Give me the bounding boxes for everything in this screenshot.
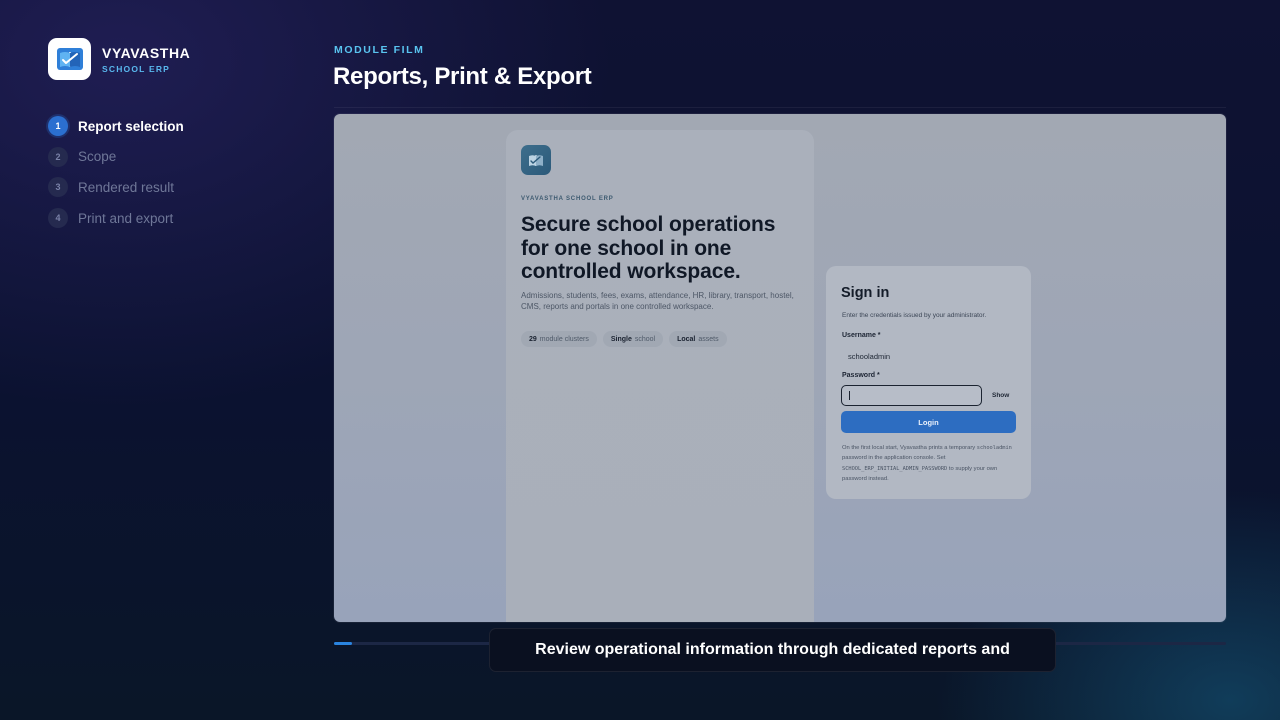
page-title: Reports, Print & Export xyxy=(333,63,592,90)
module-eyebrow: MODULE FILM xyxy=(334,44,425,56)
chip-text: module clusters xyxy=(539,335,589,343)
step-number: 1 xyxy=(48,116,68,136)
note-text: password in the application console. Set xyxy=(842,455,946,462)
stat-chip: Single school xyxy=(602,331,664,347)
chip-text: school xyxy=(634,335,656,343)
stat-chip: 29 module clusters xyxy=(521,331,597,347)
hero-panel: VYAVASTHA SCHOOL ERP Secure school opera… xyxy=(506,130,814,622)
note-code: schooladmin xyxy=(976,445,1012,451)
chip-value: Local xyxy=(677,335,696,343)
step-print-and-export[interactable]: 4 Print and export xyxy=(48,208,184,229)
username-label: Username * xyxy=(842,332,881,339)
step-number: 3 xyxy=(48,177,68,198)
open-book-icon xyxy=(48,38,91,80)
step-rendered-result[interactable]: 3 Rendered result xyxy=(48,177,184,198)
chip-value: 29 xyxy=(529,335,537,343)
open-book-icon xyxy=(521,145,551,175)
hero-eyebrow: VYAVASTHA SCHOOL ERP xyxy=(521,196,614,202)
step-label: Print and export xyxy=(78,210,174,226)
step-label: Scope xyxy=(78,149,117,165)
step-scope[interactable]: 2 Scope xyxy=(48,146,184,167)
step-number: 4 xyxy=(48,208,68,229)
brand: VYAVASTHA SCHOOL ERP xyxy=(48,38,190,80)
subtitle-caption: Review operational information through d… xyxy=(489,628,1056,672)
hero-description: Admissions, students, fees, exams, atten… xyxy=(521,291,794,311)
stat-chip: Local assets xyxy=(669,331,727,347)
text-caret xyxy=(849,391,850,400)
step-list: 1 Report selection 2 Scope 3 Rendered re… xyxy=(48,116,184,239)
password-field[interactable] xyxy=(841,385,982,406)
step-label: Rendered result xyxy=(78,179,175,195)
username-field[interactable]: schooladmin xyxy=(848,352,890,361)
sign-in-card: Sign in Enter the credentials issued by … xyxy=(826,266,1031,499)
chip-value: Single xyxy=(610,335,632,343)
login-button[interactable]: Login xyxy=(841,411,1016,433)
step-report-selection[interactable]: 1 Report selection xyxy=(48,116,184,136)
stat-chips: 29 module clusters Single school Local a… xyxy=(521,331,733,347)
divider xyxy=(334,107,1226,108)
show-password-toggle[interactable]: Show xyxy=(992,392,1009,399)
screen-preview: VYAVASTHA SCHOOL ERP Secure school opera… xyxy=(334,114,1226,622)
progress-fill xyxy=(334,642,352,645)
chip-text: assets xyxy=(698,335,719,343)
brand-subtitle: SCHOOL ERP xyxy=(102,63,171,74)
note-code: SCHOOL_ERP_INITIAL_ADMIN_PASSWORD xyxy=(842,465,948,472)
sign-in-title: Sign in xyxy=(841,285,890,301)
step-label: Report selection xyxy=(78,118,184,134)
brand-name: VYAVASTHA xyxy=(102,44,191,61)
sign-in-subtitle: Enter the credentials issued by your adm… xyxy=(842,312,987,319)
note-text: On the first local start, Vyavastha prin… xyxy=(842,445,976,451)
step-number: 2 xyxy=(48,146,68,167)
hero-headline: Secure school operations for one school … xyxy=(521,213,776,283)
first-start-note: On the first local start, Vyavastha prin… xyxy=(842,443,1018,484)
password-label: Password * xyxy=(842,372,880,379)
